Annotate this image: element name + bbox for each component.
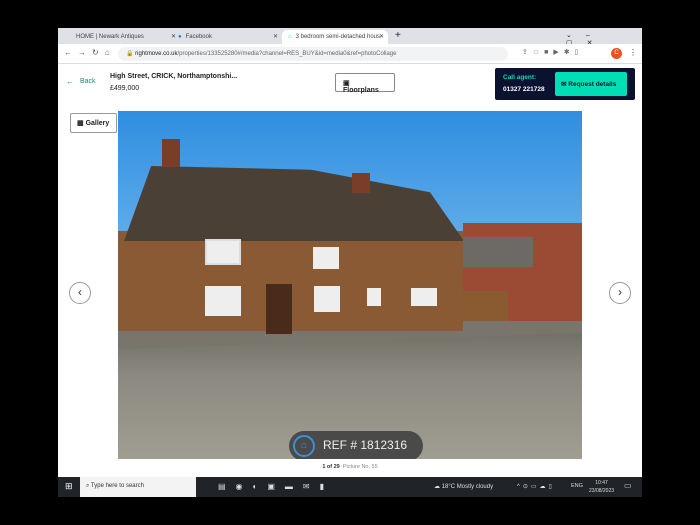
profile-avatar[interactable]: C <box>611 48 622 59</box>
photo-caption: 1 of 29 Picture No. 55 <box>322 464 378 470</box>
facebook-icon: ● <box>178 34 182 40</box>
cloud-icon: ☁ <box>434 484 442 490</box>
home-icon: ⌂ <box>293 435 315 457</box>
notifications-icon[interactable]: ▭ <box>624 481 632 490</box>
window <box>205 286 241 316</box>
agent-panel: Call agent: 01327 221728 ✉ Request detai… <box>495 68 635 100</box>
chimney <box>162 139 180 167</box>
next-photo-button[interactable]: › <box>609 282 631 304</box>
wooden-gate <box>463 291 508 321</box>
neighbour-roof <box>463 237 533 267</box>
tab-label: 3 bedroom semi-detached hous <box>295 34 381 40</box>
tab-facebook[interactable]: ● Facebook ✕ <box>172 30 282 44</box>
call-agent-label: Call agent: <box>503 74 537 81</box>
thatched-roof <box>124 166 464 241</box>
close-icon[interactable]: ✕ <box>379 33 384 40</box>
back-arrow-icon[interactable]: ← <box>66 77 74 86</box>
menu-icon[interactable]: ⋮ <box>629 48 637 57</box>
taskbar: ⊞ ⌕ Type here to search ▤◉◐▣▬✉▮ ☁ 18°C M… <box>58 477 642 497</box>
back-link[interactable]: Back <box>80 78 96 85</box>
windows-start-icon[interactable]: ⊞ <box>65 481 73 492</box>
chimney <box>352 173 370 193</box>
nav-buttons[interactable]: ←→↻⌂ <box>64 48 116 57</box>
ref-watermark: REF # 1812316 ⌂ <box>289 431 423 459</box>
rightmove-icon: ⌂ <box>288 34 292 40</box>
floorplans-button[interactable]: ▣ Floorplans <box>335 73 395 94</box>
taskbar-search-input[interactable]: ⌕ Type here to search <box>80 477 196 497</box>
property-address: High Street, CRICK, Northamptonshi... <box>110 73 238 80</box>
window <box>313 247 339 269</box>
tab-rightmove[interactable]: ⌂ 3 bedroom semi-detached hous ✕ <box>282 30 388 44</box>
url-input[interactable]: 🔒 rightmove.co.uk/properties/133525280#/… <box>118 47 508 61</box>
language-indicator[interactable]: ENG <box>571 483 583 489</box>
extension-icons[interactable]: ⇪☆■▶✱▯ <box>522 48 583 56</box>
browser-window: HOME | Newark Antiques ✕ ● Facebook ✕ ⌂ 3 be… <box>58 28 642 497</box>
address-bar-row: ←→↻⌂ 🔒 rightmove.co.uk/properties/133525… <box>58 44 642 64</box>
tab-newark[interactable]: HOME | Newark Antiques ✕ <box>70 30 180 44</box>
floorplan-icon: ▣ <box>343 80 350 87</box>
window <box>205 239 241 265</box>
front-door <box>266 284 292 334</box>
clock[interactable]: 10:47 23/08/2023 <box>589 479 614 495</box>
agent-phone[interactable]: 01327 221728 <box>503 86 545 93</box>
window <box>411 288 437 306</box>
tray-icons[interactable]: ^⊙▭☁▯ <box>517 483 555 490</box>
pinned-apps[interactable]: ▤◉◐▣▬✉▮ <box>218 482 334 491</box>
request-details-button[interactable]: ✉ Request details <box>555 72 627 96</box>
previous-photo-button[interactable]: ‹ <box>69 282 91 304</box>
tab-bar: HOME | Newark Antiques ✕ ● Facebook ✕ ⌂ 3 be… <box>58 28 642 47</box>
weather-widget[interactable]: ☁ 18°C Mostly cloudy <box>434 483 493 490</box>
property-header: ← Back High Street, CRICK, Northamptonsh… <box>58 64 642 104</box>
window <box>367 288 381 306</box>
close-icon[interactable]: ✕ <box>273 33 278 40</box>
property-photo: REF # 1812316 ⌂ <box>118 111 582 459</box>
tab-label: Facebook <box>185 34 212 40</box>
gallery-button[interactable]: ▦ Gallery <box>70 113 117 133</box>
tab-label: HOME | Newark Antiques <box>76 34 144 40</box>
property-price: £499,000 <box>110 85 140 92</box>
new-tab-button[interactable]: + <box>395 30 401 41</box>
window <box>314 286 340 312</box>
grid-icon: ▦ <box>77 120 86 127</box>
